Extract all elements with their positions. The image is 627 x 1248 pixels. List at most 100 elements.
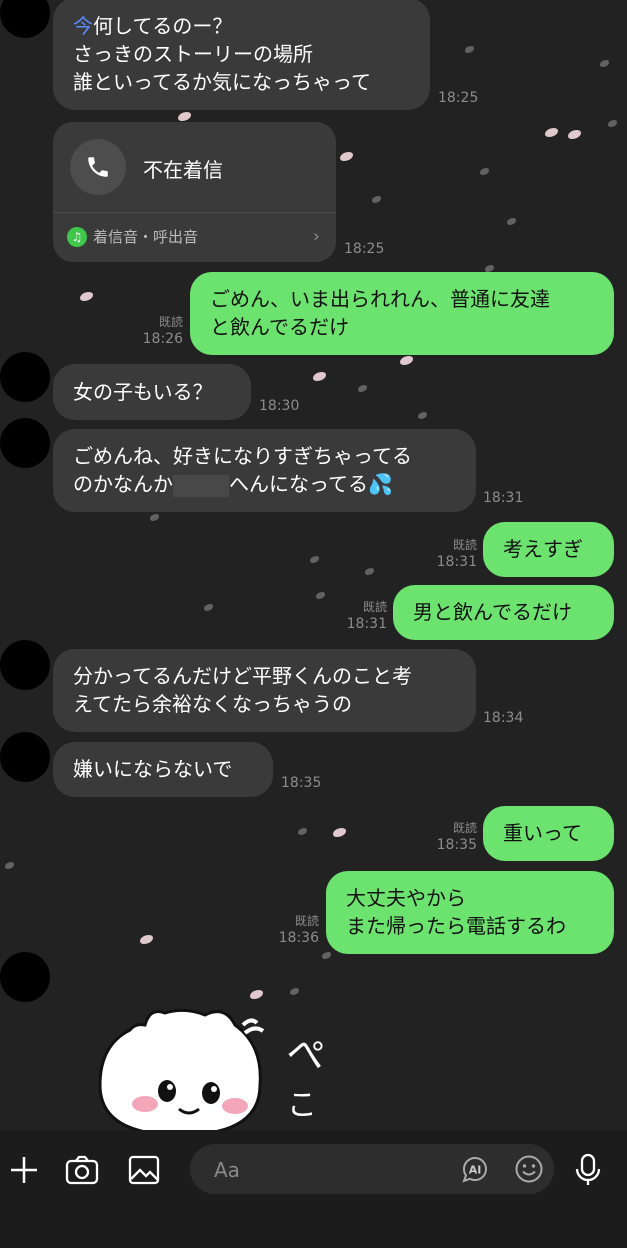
petal-decoration	[400, 356, 413, 365]
message-text: また帰ったら電話するわ	[346, 914, 566, 938]
petal-decoration	[204, 604, 213, 611]
message-text: さっきのストーリーの場所	[73, 42, 313, 66]
message-text: 何してるのー？	[93, 14, 233, 38]
petal-decoration	[5, 862, 14, 869]
incoming-message[interactable]: ごめんね、好きになりすぎちゃってる のかなんか へんになってる💦	[53, 429, 476, 512]
message-meta: 既読 18:31	[344, 599, 387, 633]
message-time: 18:26	[142, 331, 183, 347]
avatar[interactable]	[0, 640, 50, 690]
petal-decoration	[322, 952, 331, 959]
message-meta: 既読 18:35	[434, 820, 477, 854]
sticker-text: こ	[287, 1088, 317, 1123]
message-time: 18:36	[278, 930, 319, 946]
outgoing-message[interactable]: ごめん、いま出られれん、普通に友達 と飲んでるだけ	[190, 272, 614, 355]
sticker-text: ぺ	[283, 1029, 328, 1079]
petal-decoration	[150, 514, 159, 521]
message-meta: 既読 18:36	[276, 913, 319, 947]
message-meta: 既読 18:26	[140, 314, 183, 348]
petal-decoration	[485, 265, 494, 272]
sticker-message[interactable]: ぺ こ	[85, 985, 345, 1130]
message-meta: 既読 18:31	[434, 537, 477, 571]
petal-decoration	[465, 46, 474, 53]
outgoing-message[interactable]: 考えすぎ	[483, 522, 614, 577]
chiikawa-sticker-icon: ぺ こ	[98, 1008, 329, 1130]
read-receipt: 既読	[158, 315, 183, 329]
message-time: 18:31	[483, 490, 524, 506]
message-text: 重いって	[503, 821, 582, 845]
petal-decoration	[340, 152, 353, 161]
message-time: 18:31	[346, 616, 387, 632]
incoming-message[interactable]: 今何してるのー？ さっきのストーリーの場所 誰といってるか気になっちゃって	[53, 0, 430, 110]
petal-decoration	[358, 385, 367, 392]
message-input-box[interactable]: AI	[190, 1144, 554, 1194]
avatar[interactable]	[0, 952, 50, 1002]
avatar[interactable]	[0, 732, 50, 782]
input-toolbar: AI	[0, 1130, 627, 1248]
message-time: 18:25	[344, 241, 385, 257]
message-text: のかなんか	[73, 472, 173, 496]
camera-icon[interactable]	[64, 1152, 100, 1188]
petal-decoration	[480, 168, 489, 175]
message-text: 誰といってるか気になっちゃって	[73, 70, 371, 94]
chevron-right-icon: ›	[312, 226, 320, 247]
ai-label: AI	[469, 1164, 482, 1177]
petal-decoration	[178, 112, 191, 121]
message-input[interactable]	[212, 1156, 436, 1184]
message-text: ごめんね、好きになりすぎちゃってる	[73, 444, 412, 468]
avatar[interactable]	[0, 352, 50, 402]
call-title: 不在着信	[143, 158, 223, 182]
petal-decoration	[372, 196, 381, 203]
incoming-message[interactable]: 嫌いにならないで	[53, 742, 273, 797]
mic-icon[interactable]	[570, 1152, 606, 1188]
message-text: 大丈夫やから	[346, 886, 466, 910]
message-text: と飲んでるだけ	[210, 315, 349, 339]
petal-decoration	[140, 935, 153, 944]
petal-decoration	[333, 828, 346, 837]
message-text: 考えすぎ	[503, 537, 583, 561]
read-receipt: 既読	[452, 538, 477, 552]
message-time: 18:35	[436, 837, 477, 853]
missed-call-card[interactable]: 不在着信 ♫ 着信音・呼出音 ›	[53, 122, 336, 262]
divider	[53, 212, 336, 213]
plus-icon[interactable]	[6, 1152, 42, 1188]
petal-decoration	[545, 128, 558, 137]
read-receipt: 既読	[452, 821, 477, 835]
message-time: 18:25	[438, 90, 479, 106]
petal-decoration	[418, 412, 427, 419]
petal-decoration	[507, 218, 516, 225]
petal-decoration	[298, 828, 307, 835]
outgoing-message[interactable]: 男と飲んでるだけ	[393, 585, 614, 640]
chat-area[interactable]: 今何してるのー？ さっきのストーリーの場所 誰といってるか気になっちゃって 18…	[0, 0, 627, 1130]
message-time: 18:35	[281, 775, 322, 791]
emoji-icon[interactable]	[514, 1154, 544, 1184]
phone-icon	[70, 139, 126, 195]
message-time: 18:34	[483, 710, 524, 726]
outgoing-message[interactable]: 重いって	[483, 806, 614, 861]
message-text: ごめん、いま出られれん、普通に友達	[210, 287, 550, 311]
message-text: えてたら余裕なくなっちゃうの	[73, 692, 352, 716]
petal-decoration	[310, 556, 319, 563]
read-receipt: 既読	[294, 914, 319, 928]
avatar[interactable]	[0, 0, 50, 38]
message-text: 分かってるんだけど平野くんのこと考	[73, 664, 412, 688]
music-icon: ♫	[67, 226, 87, 247]
image-icon[interactable]	[126, 1152, 162, 1188]
petal-decoration	[608, 120, 617, 127]
incoming-message[interactable]: 女の子もいる？	[53, 364, 251, 420]
message-text: 今	[73, 14, 93, 38]
message-text: 嫌いにならないで	[73, 757, 233, 781]
ai-icon[interactable]: AI	[460, 1154, 490, 1184]
petal-decoration	[316, 592, 325, 599]
incoming-message[interactable]: 分かってるんだけど平野くんのこと考 えてたら余裕なくなっちゃうの	[53, 649, 476, 732]
message-text: 男と飲んでるだけ	[413, 600, 572, 624]
sweat-drops-icon: 💦	[368, 472, 393, 496]
petal-decoration	[568, 130, 581, 139]
message-time: 18:30	[259, 398, 300, 414]
message-text: 女の子もいる？	[73, 380, 213, 404]
avatar[interactable]	[0, 418, 50, 468]
ringtone-link[interactable]: ♫ 着信音・呼出音	[67, 226, 198, 247]
read-receipt: 既読	[362, 600, 387, 614]
ringtone-label: 着信音・呼出音	[93, 228, 199, 246]
outgoing-message[interactable]: 大丈夫やから また帰ったら電話するわ	[326, 871, 614, 954]
message-text: へんになってる	[229, 472, 368, 496]
